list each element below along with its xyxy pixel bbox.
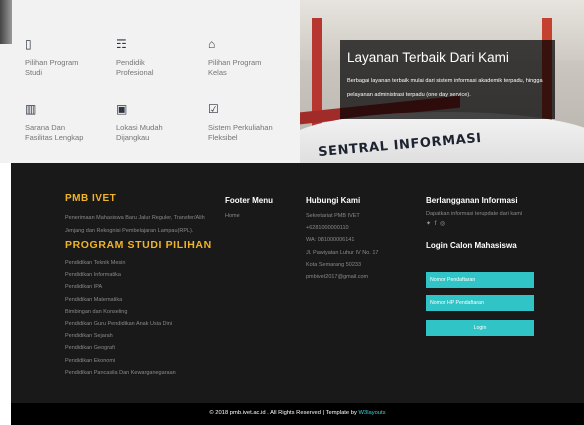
feature-program-studi: ▯ Pilihan Program Studi xyxy=(25,38,113,77)
footer-brand-text: Penerimaan Mahasiswa Baru Jalur Reguler,… xyxy=(65,215,205,234)
contact-line: Sekretariat PMB IVET xyxy=(306,213,360,219)
program-link[interactable]: Pendidikan Geografi xyxy=(65,342,215,354)
footer-menu-list: Home xyxy=(225,210,295,222)
building-icon: ▥ xyxy=(25,102,37,116)
footer-menu-title: Footer Menu xyxy=(225,196,273,205)
copyright-bar: © 2018 pmb.ivet.ac.id . All Rights Reser… xyxy=(11,403,584,425)
login-button[interactable]: Login xyxy=(426,320,534,336)
calendar-check-icon: ☑ xyxy=(208,102,219,116)
footer-menu-home-link[interactable]: Home xyxy=(225,210,295,222)
footer-brand-column: PMB IVET Penerimaan Mahasiswa Baru Jalur… xyxy=(65,193,215,379)
book-icon: ▯ xyxy=(25,37,32,51)
hero-text: Berbagai layanan terbaik mulai dari sist… xyxy=(347,78,543,98)
top-section: ▯ Pilihan Program Studi ☶ Pendidik Profe… xyxy=(0,0,584,163)
contact-phone[interactable]: +6281000000110 xyxy=(306,222,411,234)
program-link[interactable]: Bimbingan dan Konseling xyxy=(65,306,215,318)
program-link[interactable]: Pendidikan Guru Pendidikan Anak Usia Din… xyxy=(65,318,215,330)
features-panel: ▯ Pilihan Program Studi ☶ Pendidik Profe… xyxy=(0,0,300,163)
program-link[interactable]: Pendidikan Sejarah xyxy=(65,330,215,342)
registration-number-input[interactable]: Nomor Pendaftaran xyxy=(426,272,534,288)
bus-icon: ▣ xyxy=(116,102,128,116)
login-title: Login Calon Mahasiswa xyxy=(426,241,517,250)
feature-label: Pilihan Program Studi xyxy=(25,58,79,77)
template-author-link[interactable]: W3layouts xyxy=(359,410,386,416)
feature-label: Sarana Dan Fasilitas Lengkap xyxy=(25,123,84,142)
hero-banner: SENTRAL INFORMASI Layanan Terbaik Dari K… xyxy=(300,0,584,163)
feature-label: Lokasi Mudah Dijangkau xyxy=(116,123,163,142)
contact-whatsapp[interactable]: WA: 081000006141 xyxy=(306,234,411,246)
programs-list: Pendidikan Teknik Mesin Pendidikan Infor… xyxy=(65,257,215,379)
phone-number-input[interactable]: Nomor HP Pendaftaran xyxy=(426,295,534,311)
footer: PMB IVET Penerimaan Mahasiswa Baru Jalur… xyxy=(11,163,584,425)
program-link[interactable]: Pendidikan Informatika xyxy=(65,269,215,281)
program-link[interactable]: Pendidikan Pancasila Dan Kewarganegaraan xyxy=(65,367,215,379)
program-link[interactable]: Pendidikan IPA xyxy=(65,281,215,293)
subscribe-title: Berlangganan Informasi xyxy=(426,196,518,205)
feature-sistem: ☑ Sistem Perkuliahan Fleksibel xyxy=(208,103,296,142)
footer-menu-column: Footer Menu Home xyxy=(225,196,295,222)
program-link[interactable]: Pendidikan Teknik Mesin xyxy=(65,257,215,269)
feature-sarana: ▥ Sarana Dan Fasilitas Lengkap xyxy=(25,103,113,142)
copyright-text: © 2018 pmb.ivet.ac.id . All Rights Reser… xyxy=(11,410,584,416)
corner-shade xyxy=(0,0,12,44)
feature-program-kelas: ⌂ Pilihan Program Kelas xyxy=(208,38,296,77)
graduation-cap-icon: ⌂ xyxy=(208,37,216,51)
footer-brand-title: PMB IVET xyxy=(65,193,117,204)
copyright-main: © 2018 pmb.ivet.ac.id . All Rights Reser… xyxy=(209,410,357,416)
feature-lokasi: ▣ Lokasi Mudah Dijangkau xyxy=(116,103,204,142)
feature-label: Sistem Perkuliahan Fleksibel xyxy=(208,123,273,142)
contact-list: Sekretariat PMB IVET +6281000000110 WA: … xyxy=(306,210,411,283)
contact-city: Kota Semarang 50233 xyxy=(306,261,362,268)
hero-title: Layanan Terbaik Dari Kami xyxy=(347,50,509,65)
programs-title: PROGRAM STUDI PILIHAN xyxy=(65,239,212,251)
users-icon: ☶ xyxy=(116,37,127,51)
program-link[interactable]: Pendidikan Matematika xyxy=(65,294,215,306)
social-icons[interactable]: ✦ f ◎ xyxy=(426,220,556,227)
contact-address: Jl. Pawiyatan Luhur IV No. 17 xyxy=(306,249,379,256)
contact-email[interactable]: pmbivet2017@gmail.com xyxy=(306,271,411,283)
subscribe-column: Berlangganan Informasi Dapatkan informas… xyxy=(426,196,556,250)
feature-label: Pendidik Profesional xyxy=(116,58,154,77)
contact-column: Hubungi Kami Sekretariat PMB IVET +62810… xyxy=(306,196,411,283)
hero-overlay: Layanan Terbaik Dari Kami Berbagai layan… xyxy=(340,40,555,119)
feature-pendidik: ☶ Pendidik Profesional xyxy=(116,38,204,77)
subscribe-text: Dapatkan informasi terupdate dari kami xyxy=(426,211,522,217)
feature-label: Pilihan Program Kelas xyxy=(208,58,262,77)
program-link[interactable]: Pendidikan Ekonomi xyxy=(65,355,215,367)
contact-title: Hubungi Kami xyxy=(306,196,361,205)
